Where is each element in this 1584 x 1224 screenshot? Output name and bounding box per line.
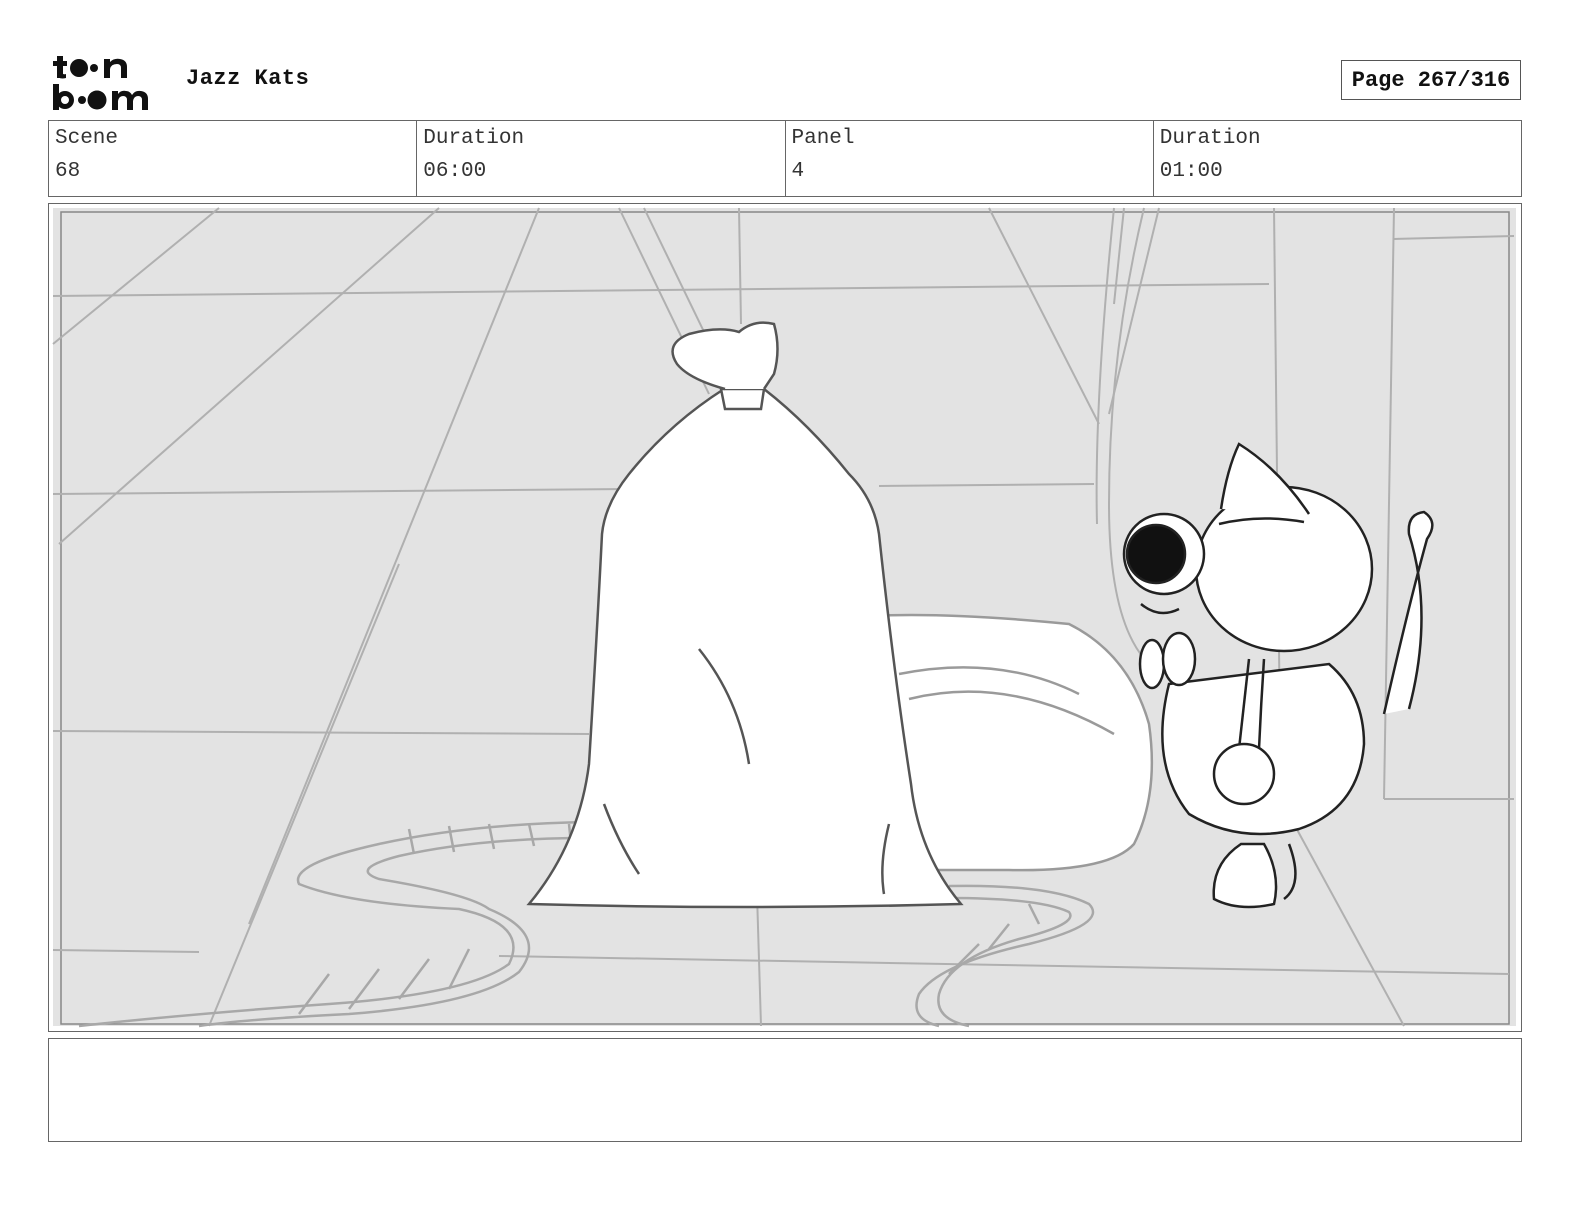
scene-label: Scene <box>55 127 119 150</box>
panel-duration-cell: Duration 01:00 <box>1154 121 1521 196</box>
toonboom-logo <box>52 50 164 112</box>
panel-duration-value: 01:00 <box>1159 160 1223 183</box>
storyboard-panel <box>48 203 1522 1032</box>
panel-cell: Panel 4 <box>786 121 1154 196</box>
scene-cell: Scene 68 <box>49 121 418 196</box>
panel-drawing <box>49 204 1520 1030</box>
scene-duration-label: Duration <box>423 127 525 150</box>
scene-value: 68 <box>55 160 81 183</box>
scene-duration-value: 06:00 <box>423 160 487 183</box>
panel-value: 4 <box>791 160 805 183</box>
project-title: Jazz Kats <box>186 66 310 91</box>
scene-duration-cell: Duration 06:00 <box>417 121 786 196</box>
scene-info-table: Scene 68 Duration 06:00 Panel 4 Duration… <box>48 120 1522 197</box>
panel-notes <box>48 1038 1522 1142</box>
panel-label: Panel <box>791 127 855 150</box>
page-indicator: Page 267/316 <box>1341 60 1521 100</box>
panel-duration-label: Duration <box>1159 127 1261 150</box>
toonboom-logo-mark <box>53 56 148 110</box>
